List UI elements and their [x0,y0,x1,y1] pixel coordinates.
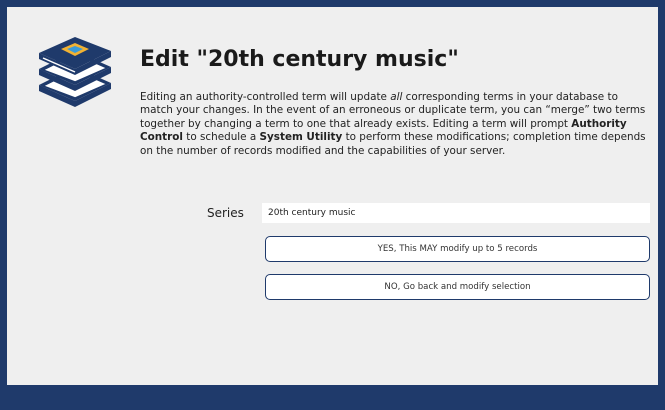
system-utility-term: System Utility [259,131,343,144]
go-back-button[interactable]: NO, Go back and modify selection [265,274,650,300]
description-text: Editing an authority-controlled term wil… [140,91,391,103]
description-emphasis: all [390,91,403,103]
confirm-modify-button[interactable]: YES, This MAY modify up to 5 records [265,236,650,262]
series-input[interactable] [262,203,650,223]
dialog-title: Edit "20th century music" [140,47,459,72]
description-text: to schedule a [182,131,260,144]
dialog-description: Editing an authority-controlled term wil… [140,91,650,158]
books-stack-icon [39,37,111,107]
dialog-panel: Edit "20th century music" Editing an aut… [7,7,658,385]
footer-bar [0,385,665,410]
series-label: Series [207,206,244,220]
